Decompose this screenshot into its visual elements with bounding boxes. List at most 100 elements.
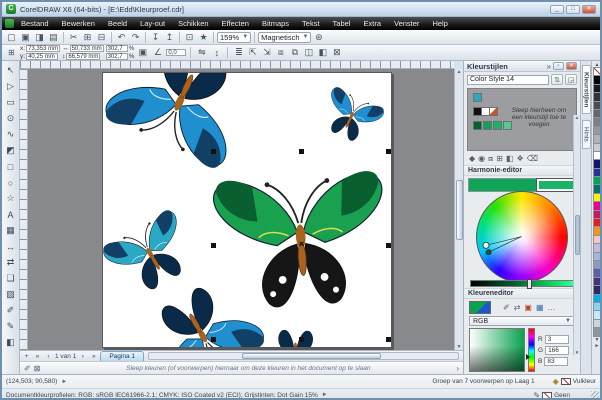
docker-close-button[interactable]: ✕	[566, 62, 577, 70]
vertical-ruler[interactable]	[20, 69, 28, 350]
outline-pen-tool[interactable]: ✎	[3, 319, 18, 334]
redo-icon[interactable]: ↷	[129, 31, 142, 43]
menu-item-tekst[interactable]: Tekst	[296, 18, 326, 29]
hue-slider[interactable]	[528, 328, 535, 372]
r-value-field[interactable]: 3	[545, 335, 569, 344]
hue-marker[interactable]	[526, 354, 530, 360]
brightness-slider[interactable]	[470, 280, 574, 287]
snap-to-select[interactable]: Magnetisch▼	[258, 32, 311, 43]
selection-handle-sw[interactable]	[211, 337, 216, 342]
menu-item-schikken[interactable]: Schikken	[172, 18, 214, 29]
object-height-field[interactable]: 66,579 mm	[66, 53, 100, 60]
welcome-screen-icon[interactable]: ★	[197, 31, 210, 43]
table-tool[interactable]: ▦	[3, 223, 18, 238]
new-harmony-icon[interactable]: ◉	[478, 154, 485, 163]
wrap-text-icon[interactable]: ≣	[232, 47, 245, 59]
zoom-level-select[interactable]: 159%▼	[217, 32, 251, 43]
page-tab[interactable]: Pagina 1	[100, 351, 144, 361]
selection-handle-e[interactable]	[386, 243, 391, 248]
palette-color-swatch[interactable]	[593, 67, 602, 76]
copy-icon[interactable]: ⊞	[81, 31, 94, 43]
selection-handle-ne[interactable]	[386, 149, 391, 154]
palette-color-swatch[interactable]	[593, 327, 602, 336]
freehand-tool[interactable]: ∿	[3, 127, 18, 142]
document-page[interactable]: ×	[102, 72, 392, 348]
add-page-button[interactable]: +	[22, 353, 31, 360]
eyedropper-icon[interactable]: ✐	[503, 303, 510, 312]
palette-flyout-icon[interactable]: ›	[456, 364, 459, 373]
fill-tool[interactable]: ◧	[3, 335, 18, 350]
dialog-launcher-icon[interactable]: ⊠	[330, 47, 343, 59]
view-options-button[interactable]: ◲	[565, 74, 577, 85]
swap-colors-icon[interactable]: ⇄	[514, 303, 521, 312]
vscroll-thumb[interactable]	[456, 180, 463, 240]
eyedropper-tool[interactable]: ✐	[3, 303, 18, 318]
style-swatch[interactable]	[473, 93, 482, 102]
print-icon[interactable]: ▤	[47, 31, 60, 43]
menu-item-bewerken[interactable]: Bewerken	[56, 18, 101, 29]
ellipse-tool[interactable]: ○	[3, 175, 18, 190]
menu-item-bitmaps[interactable]: Bitmaps	[256, 18, 295, 29]
docker-scroll-thumb[interactable]	[575, 215, 580, 255]
transparency-tool[interactable]: ▨	[3, 287, 18, 302]
smart-fill-tool[interactable]: ◩	[3, 143, 18, 158]
trim-icon[interactable]: ◧	[316, 47, 329, 59]
delete-style-icon[interactable]: ⌫	[527, 154, 538, 163]
rectangle-tool[interactable]: □	[3, 159, 18, 174]
style-name-input[interactable]: Color Style 14	[467, 75, 549, 85]
weld-icon[interactable]: ◫	[302, 47, 315, 59]
palette-eyedropper-icon[interactable]: ✐	[24, 364, 31, 373]
selection-handle-n[interactable]	[299, 149, 304, 154]
harmony-swatch[interactable]	[493, 121, 502, 130]
rotation-field[interactable]: 0,0	[166, 49, 186, 56]
new-color-style-icon[interactable]: ◆	[469, 154, 475, 163]
color-model-select[interactable]: RGB▼	[469, 316, 575, 326]
open-icon[interactable]: ▣	[19, 31, 32, 43]
lock-ratio-icon[interactable]: ▣	[136, 47, 149, 59]
menu-app-icon[interactable]	[5, 19, 14, 28]
g-value-field[interactable]: 166	[545, 346, 569, 355]
selection-handle-w[interactable]	[211, 243, 216, 248]
vertical-scrollbar[interactable]: ▲▼	[454, 69, 463, 350]
menu-item-help[interactable]: Help	[426, 18, 453, 29]
gradient-icon[interactable]: ◧	[506, 154, 514, 163]
brightness-knob[interactable]	[527, 279, 532, 289]
undo-icon[interactable]: ↶	[115, 31, 128, 43]
y-position-field[interactable]: 40,25 mm	[26, 53, 58, 60]
title-bar[interactable]: C CorelDRAW X6 (64-bits) - [E:\Edd\Kleur…	[2, 2, 600, 17]
resize-grip[interactable]	[591, 391, 599, 399]
hscroll-thumb[interactable]	[242, 353, 381, 359]
shape-tool[interactable]: ▷	[3, 79, 18, 94]
text-tool[interactable]: A	[3, 207, 18, 222]
more-options-button[interactable]: …	[548, 303, 556, 312]
crop-tool[interactable]: ▭	[3, 95, 18, 110]
options-icon[interactable]: ⊛	[312, 31, 325, 43]
polygon-tool[interactable]: ☆	[3, 191, 18, 206]
pick-tool[interactable]: ↖	[3, 63, 18, 78]
coords-flyout-icon[interactable]: ►	[61, 379, 67, 385]
menu-item-beeld[interactable]: Beeld	[102, 18, 133, 29]
scale-x-field[interactable]: 302,7	[106, 45, 128, 52]
new-document-icon[interactable]: ▢	[5, 31, 18, 43]
import-icon[interactable]: ↧	[149, 31, 162, 43]
next-page-button[interactable]: ›	[78, 353, 87, 360]
style-swatch[interactable]	[489, 107, 498, 116]
cut-icon[interactable]: ✂	[67, 31, 80, 43]
selection-handle-s[interactable]	[299, 337, 304, 342]
close-button[interactable]: ✕	[582, 5, 596, 14]
save-icon[interactable]: ◨	[33, 31, 46, 43]
dimension-tool[interactable]: ↔	[3, 239, 18, 254]
group-icon[interactable]: ⧈	[274, 47, 287, 59]
selection-handle-nw[interactable]	[211, 149, 216, 154]
color-wheel-handles[interactable]	[464, 195, 580, 278]
to-back-icon[interactable]: ⇲	[260, 47, 273, 59]
minimize-button[interactable]: _	[550, 5, 564, 14]
drop-shadow-tool[interactable]: ❏	[3, 271, 18, 286]
paste-icon[interactable]: ⊟	[95, 31, 108, 43]
export-icon[interactable]: ↥	[163, 31, 176, 43]
style-drop-zone[interactable]: Sleep hierheen om een kleurstijl toe te …	[467, 88, 577, 151]
menu-item-extra[interactable]: Extra	[357, 18, 387, 29]
selection-handle-se[interactable]	[386, 337, 391, 342]
palette-flyout-icon[interactable]: ►	[595, 343, 600, 349]
palette-view-icon[interactable]: ▣	[524, 303, 532, 312]
